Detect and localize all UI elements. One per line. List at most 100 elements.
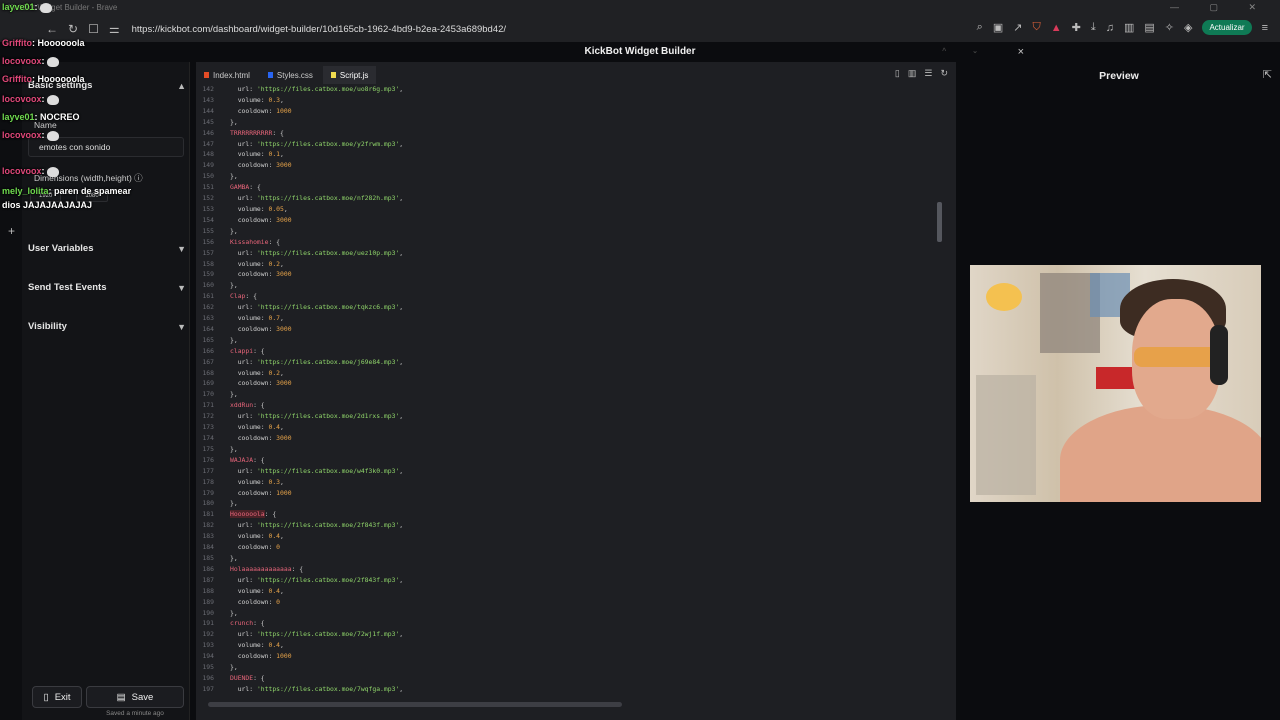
- nav-buttons: ← ↻ ☐ ⚌: [0, 22, 120, 36]
- vpn-icon[interactable]: ◈: [1184, 21, 1192, 34]
- brave-shield-icon[interactable]: ⛉: [1032, 21, 1040, 34]
- code-line: 184 cooldown: 0: [196, 542, 932, 553]
- line-number: 150: [202, 172, 214, 181]
- line-number: 165: [202, 335, 214, 344]
- horizontal-scroll-thumb[interactable]: [208, 702, 622, 707]
- code-line: 159 cooldown: 3000: [196, 269, 932, 280]
- extensions-icon[interactable]: ✚: [1072, 21, 1081, 34]
- layout-split-icon[interactable]: ▥: [908, 68, 917, 79]
- line-number: 178: [202, 477, 214, 486]
- code-token: 3000: [276, 379, 292, 388]
- code-token: 'https://files.catbox.moe/nf282h.mp3': [256, 194, 400, 203]
- line-text: },: [220, 280, 238, 291]
- code-token: url:: [230, 303, 257, 312]
- code-area[interactable]: 142 url: 'https://files.catbox.moe/uo8r6…: [196, 84, 932, 696]
- leo-icon[interactable]: ✧: [1165, 21, 1174, 34]
- code-token: DUENDE: [230, 673, 254, 682]
- update-button[interactable]: Actualizar: [1202, 20, 1252, 35]
- refresh-icon[interactable]: ↻: [940, 68, 948, 79]
- line-text: cooldown: 3000: [220, 160, 292, 171]
- code-token: ,: [280, 314, 284, 323]
- vertical-scroll-thumb[interactable]: [937, 202, 942, 242]
- code-token: : {: [272, 128, 284, 137]
- line-text: },: [220, 389, 238, 400]
- code-token: : {: [245, 292, 257, 301]
- code-token: cooldown:: [230, 324, 277, 333]
- code-token: url:: [230, 248, 257, 257]
- tab-index-html[interactable]: Index.html: [196, 66, 258, 84]
- code-token: ,: [280, 586, 284, 595]
- tab-script-js[interactable]: Script.js: [322, 66, 377, 84]
- code-token: ,: [399, 194, 404, 203]
- line-number: 184: [202, 543, 214, 552]
- code-token: ,: [280, 641, 284, 650]
- css-file-icon: [267, 72, 273, 78]
- wallet-icon[interactable]: ▤: [1144, 21, 1154, 34]
- back-icon[interactable]: ←: [46, 22, 58, 36]
- chat-message: layve01: NOCREO: [2, 112, 80, 122]
- line-text: cooldown: 0: [220, 597, 280, 608]
- code-token: },: [230, 608, 238, 617]
- exit-button[interactable]: ▯ Exit: [32, 686, 82, 708]
- code-token: cooldown:: [230, 161, 277, 170]
- code-token: 3000: [276, 270, 292, 279]
- code-token: url:: [230, 575, 257, 584]
- code-token: Clap: [230, 292, 246, 301]
- sidebar-icon[interactable]: ▥: [1124, 21, 1134, 34]
- info-icon[interactable]: ⓘ: [134, 173, 143, 183]
- person-glasses: [1134, 347, 1220, 367]
- chat-message: dios JAJAJAAJAJAJ: [2, 200, 92, 210]
- share-icon[interactable]: ↗: [1013, 21, 1022, 34]
- layout-single-icon[interactable]: ▯: [895, 68, 900, 79]
- line-text: url: 'https://files.catbox.moe/j69e84.mp…: [220, 357, 403, 368]
- open-external-icon[interactable]: ⇱: [1263, 68, 1272, 81]
- add-icon[interactable]: +: [8, 224, 15, 238]
- line-text: url: 'https://files.catbox.moe/uez10p.mp…: [220, 248, 403, 259]
- code-line: 197 url: 'https://files.catbox.moe/7wqfg…: [196, 684, 932, 695]
- layout-stack-icon[interactable]: ☰: [924, 68, 932, 79]
- line-text: volume: 0.1,: [220, 149, 284, 160]
- line-number: 192: [202, 630, 214, 639]
- install-icon[interactable]: ▣: [993, 21, 1003, 34]
- code-line: 158 volume: 0.2,: [196, 259, 932, 270]
- code-line: 148 volume: 0.1,: [196, 149, 932, 160]
- code-token: url:: [230, 630, 257, 639]
- reload-icon[interactable]: ↻: [68, 22, 78, 36]
- line-number: 151: [202, 183, 214, 192]
- download-icon[interactable]: ⤓: [1091, 21, 1096, 34]
- chat-text: :: [34, 2, 38, 12]
- save-button[interactable]: ▤ Save: [86, 686, 184, 708]
- window-controls[interactable]: — ▢ ✕: [1170, 2, 1270, 13]
- site-settings-icon[interactable]: ⚌: [109, 22, 120, 36]
- brave-rewards-icon[interactable]: ▲: [1051, 22, 1062, 34]
- media-icon[interactable]: ♫: [1106, 22, 1114, 34]
- code-token: volume:: [230, 423, 269, 432]
- user-variables-header[interactable]: User Variables ▼: [28, 243, 186, 254]
- bookmark-icon[interactable]: ☐: [88, 22, 99, 36]
- code-token: },: [230, 117, 238, 126]
- code-token: xddRun: [230, 401, 254, 410]
- code-token: },: [230, 281, 238, 290]
- code-token: Kissahomie: [230, 237, 269, 246]
- send-test-events-header[interactable]: Send Test Events ▼: [28, 282, 186, 293]
- code-token: : {: [253, 455, 265, 464]
- tab-styles-css[interactable]: Styles.css: [260, 66, 321, 84]
- code-token: TRRRRRRRRRR: [230, 128, 273, 137]
- line-text: },: [220, 498, 238, 509]
- chat-username: locovoox: [2, 56, 42, 66]
- line-number: 179: [202, 488, 214, 497]
- zoom-icon[interactable]: ⌕: [977, 21, 983, 34]
- vertical-scrollbar[interactable]: [936, 84, 944, 696]
- code-token: : {: [249, 183, 261, 192]
- code-token: ,: [283, 204, 288, 213]
- code-token: 0.2: [268, 368, 281, 377]
- line-text: },: [220, 226, 238, 237]
- app-header: KickBot Widget Builder ^ ⌄ ×: [0, 42, 1280, 62]
- close-builder-button[interactable]: ×: [1018, 42, 1024, 62]
- html-file-icon: [204, 72, 209, 78]
- menu-icon[interactable]: ≡: [1262, 22, 1268, 34]
- line-number: 168: [202, 368, 214, 377]
- url-bar[interactable]: https://kickbot.com/dashboard/widget-bui…: [132, 24, 506, 35]
- line-number: 190: [202, 608, 214, 617]
- visibility-header[interactable]: Visibility ▼: [28, 321, 186, 332]
